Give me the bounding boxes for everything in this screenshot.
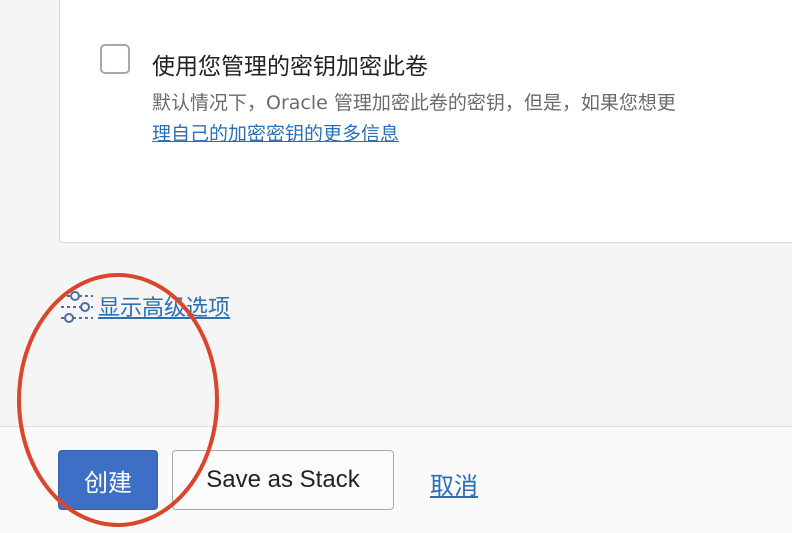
sliders-icon — [60, 288, 94, 324]
save-as-stack-button[interactable]: Save as Stack — [172, 450, 394, 510]
show-advanced-options-label: 显示高级选项 — [98, 296, 231, 321]
create-button[interactable]: 创建 — [58, 450, 158, 510]
learn-more-link[interactable]: 理自己的加密密钥的更多信息 — [152, 119, 399, 146]
show-advanced-options-toggle[interactable]: 显示高级选项 — [60, 288, 230, 324]
cancel-link[interactable]: 取消 — [430, 466, 478, 501]
checkbox-label: 使用您管理的密钥加密此卷 — [152, 54, 428, 80]
encrypt-with-own-key-checkbox[interactable] — [100, 44, 130, 74]
checkbox-description: 默认情况下，Oracle 管理加密此卷的密钥，但是，如果您想更 — [152, 92, 676, 114]
